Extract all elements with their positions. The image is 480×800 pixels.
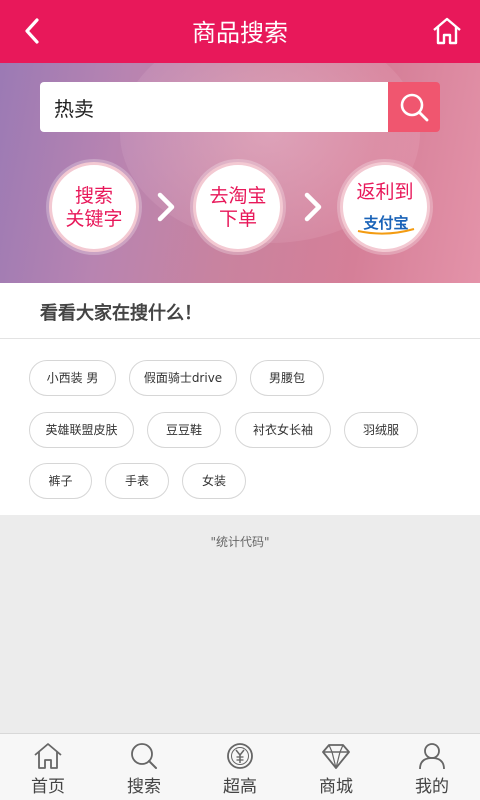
tab-profile[interactable]: 我的	[384, 734, 480, 800]
hot-tag[interactable]: 手表	[105, 463, 169, 499]
home-icon[interactable]	[432, 16, 462, 46]
search-input[interactable]	[40, 82, 388, 132]
tab-super-rebate[interactable]: 超高	[192, 734, 288, 800]
hot-tag[interactable]: 小西装 男	[29, 360, 116, 396]
hot-tag[interactable]: 男腰包	[250, 360, 324, 396]
hot-tag[interactable]: 羽绒服	[344, 412, 418, 448]
hot-tag[interactable]: 英雄联盟皮肤	[29, 412, 134, 448]
hot-tag[interactable]: 女装	[182, 463, 246, 499]
step-search-keyword: 搜索 关键字	[49, 162, 139, 252]
search-banner: 搜索 关键字 去淘宝 下单 返利到 支付宝	[0, 63, 480, 283]
alipay-logo: 支付宝	[357, 214, 415, 235]
hot-tag[interactable]: 裤子	[29, 463, 92, 499]
yen-coin-icon	[227, 743, 253, 769]
step-taobao-order: 去淘宝 下单	[193, 162, 283, 252]
hot-search-section: 看看大家在搜什么！ 小西装 男 假面骑士drive 男腰包 英雄联盟皮肤 豆豆鞋…	[0, 283, 480, 515]
svg-text:支付宝: 支付宝	[362, 214, 408, 232]
section-title: 看看大家在搜什么！	[40, 303, 202, 324]
chevron-right-icon	[157, 192, 175, 222]
hot-tag[interactable]: 豆豆鞋	[147, 412, 221, 448]
stats-code-text: "统计代码"	[210, 535, 270, 549]
tab-search[interactable]: 搜索	[96, 734, 192, 800]
search-icon	[400, 93, 429, 122]
page-title: 商品搜索	[192, 19, 288, 47]
divider	[0, 338, 480, 339]
search-button[interactable]	[388, 82, 440, 132]
tab-home[interactable]: 首页	[0, 734, 96, 800]
home-icon	[34, 743, 62, 769]
tab-mall[interactable]: 商城	[288, 734, 384, 800]
diamond-icon	[322, 744, 350, 769]
hot-tag[interactable]: 衬衣女长袖	[235, 412, 331, 448]
search-field-container	[40, 82, 388, 132]
step-rebate-alipay: 返利到 支付宝	[340, 162, 430, 252]
header-bar: 商品搜索	[0, 0, 480, 63]
user-icon	[419, 743, 445, 770]
hot-tag[interactable]: 假面骑士drive	[129, 360, 237, 396]
search-icon	[131, 743, 157, 769]
chevron-right-icon	[304, 192, 322, 222]
bottom-tab-bar: 首页 搜索 超高 商城 我的	[0, 733, 480, 800]
